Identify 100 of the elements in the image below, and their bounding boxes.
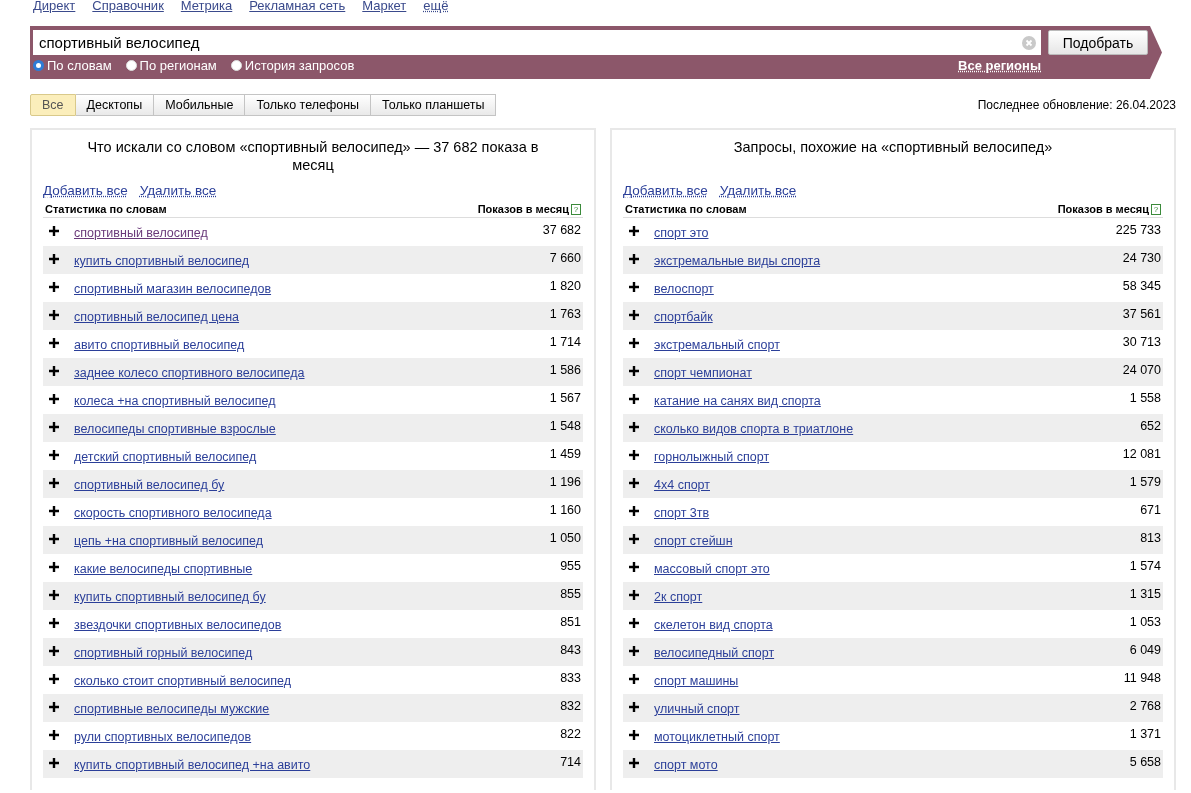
- plus-icon[interactable]: [49, 450, 59, 460]
- plus-icon[interactable]: [49, 758, 59, 768]
- phrase-link[interactable]: уличный спорт: [654, 702, 740, 716]
- phrase-link[interactable]: велосипедный спорт: [654, 646, 775, 660]
- phrase-link[interactable]: спорт чемпионат: [654, 366, 752, 380]
- phrase-link[interactable]: купить спортивный велосипед: [74, 254, 250, 268]
- radio-label[interactable]: По регионам: [139, 58, 217, 73]
- plus-icon[interactable]: [49, 338, 59, 348]
- phrase-link[interactable]: сколько стоит спортивный велосипед: [74, 674, 292, 688]
- phrase-link[interactable]: спорт машины: [654, 674, 739, 688]
- more-link[interactable]: ещё: [423, 0, 449, 14]
- plus-icon[interactable]: [629, 366, 639, 376]
- plus-icon[interactable]: [49, 310, 59, 320]
- plus-icon[interactable]: [629, 730, 639, 740]
- help-icon[interactable]: ?: [1151, 203, 1161, 215]
- plus-icon[interactable]: [49, 282, 59, 292]
- phrase-link[interactable]: велоспорт: [654, 282, 714, 296]
- phrase-link[interactable]: мотоциклетный спорт: [654, 730, 780, 744]
- phrase-link[interactable]: спорт мото: [654, 758, 718, 772]
- plus-icon[interactable]: [629, 226, 639, 236]
- device-tab[interactable]: Десктопы: [75, 94, 155, 116]
- add-all-link[interactable]: Добавить все: [43, 183, 128, 198]
- help-icon[interactable]: ?: [571, 203, 581, 215]
- plus-icon[interactable]: [49, 674, 59, 684]
- phrase-link[interactable]: спортивные велосипеды мужские: [74, 702, 270, 716]
- remove-all-link[interactable]: Удалить все: [139, 183, 217, 198]
- plus-icon[interactable]: [49, 590, 59, 600]
- phrase-link[interactable]: заднее колесо спортивного велосипеда: [74, 366, 305, 380]
- plus-icon[interactable]: [49, 254, 59, 264]
- regions-link[interactable]: Все регионы: [958, 58, 1041, 73]
- phrase-link[interactable]: экстремальные виды спорта: [654, 254, 821, 268]
- plus-icon[interactable]: [629, 478, 639, 488]
- plus-icon[interactable]: [49, 702, 59, 712]
- phrase-link[interactable]: рули спортивных велосипедов: [74, 730, 252, 744]
- phrase-link[interactable]: какие велосипеды спортивные: [74, 562, 253, 576]
- phrase-link[interactable]: велосипеды спортивные взрослые: [74, 422, 276, 436]
- search-field[interactable]: спортивный велосипед: [33, 30, 1041, 55]
- plus-icon[interactable]: [629, 702, 639, 712]
- plus-icon[interactable]: [629, 618, 639, 628]
- plus-icon[interactable]: [629, 338, 639, 348]
- phrase-link[interactable]: купить спортивный велосипед бу: [74, 590, 266, 604]
- phrase-link[interactable]: детский спортивный велосипед: [74, 450, 257, 464]
- service-link[interactable]: Метрика: [180, 0, 233, 14]
- phrase-link[interactable]: спортивный велосипед цена: [74, 310, 240, 324]
- phrase-link[interactable]: сколько видов спорта в триатлоне: [654, 422, 854, 436]
- phrase-link[interactable]: 2к спорт: [654, 590, 703, 604]
- plus-icon[interactable]: [629, 450, 639, 460]
- phrase-link[interactable]: спортивный велосипед бу: [74, 478, 225, 492]
- service-link[interactable]: Рекламная сеть: [249, 0, 346, 14]
- radio-button[interactable]: [33, 60, 44, 71]
- plus-icon[interactable]: [629, 506, 639, 516]
- search-button[interactable]: Подобрать: [1048, 30, 1148, 55]
- phrase-link[interactable]: спортбайк: [654, 310, 713, 324]
- phrase-link[interactable]: спорт 3тв: [654, 506, 710, 520]
- phrase-link[interactable]: спортивный горный велосипед: [74, 646, 253, 660]
- phrase-link[interactable]: купить спортивный велосипед +на авито: [74, 758, 311, 772]
- phrase-link[interactable]: спорт это: [654, 226, 709, 240]
- plus-icon[interactable]: [49, 226, 59, 236]
- device-tab[interactable]: Только телефоны: [245, 94, 372, 116]
- service-link[interactable]: Справочник: [92, 0, 164, 14]
- plus-icon[interactable]: [49, 534, 59, 544]
- plus-icon[interactable]: [629, 282, 639, 292]
- plus-icon[interactable]: [49, 366, 59, 376]
- phrase-link[interactable]: авито спортивный велосипед: [74, 338, 245, 352]
- plus-icon[interactable]: [629, 758, 639, 768]
- plus-icon[interactable]: [49, 618, 59, 628]
- remove-all-link[interactable]: Удалить все: [719, 183, 797, 198]
- service-link[interactable]: Маркет: [362, 0, 407, 14]
- phrase-link[interactable]: катание на санях вид спорта: [654, 394, 821, 408]
- plus-icon[interactable]: [629, 674, 639, 684]
- phrase-link[interactable]: массовый спорт это: [654, 562, 770, 576]
- phrase-link[interactable]: скорость спортивного велосипеда: [74, 506, 272, 520]
- phrase-link[interactable]: цепь +на спортивный велосипед: [74, 534, 264, 548]
- plus-icon[interactable]: [49, 730, 59, 740]
- device-tab[interactable]: Все: [30, 94, 76, 116]
- service-link[interactable]: Директ: [33, 0, 76, 14]
- device-tab[interactable]: Мобильные: [154, 94, 246, 116]
- plus-icon[interactable]: [629, 310, 639, 320]
- phrase-link[interactable]: экстремальный спорт: [654, 338, 780, 352]
- phrase-link[interactable]: скелетон вид спорта: [654, 618, 773, 632]
- plus-icon[interactable]: [629, 422, 639, 432]
- plus-icon[interactable]: [629, 590, 639, 600]
- phrase-link[interactable]: колеса +на спортивный велосипед: [74, 394, 276, 408]
- plus-icon[interactable]: [629, 646, 639, 656]
- phrase-link[interactable]: звездочки спортивных велосипедов: [74, 618, 282, 632]
- radio-label[interactable]: История запросов: [244, 58, 355, 73]
- plus-icon[interactable]: [629, 534, 639, 544]
- plus-icon[interactable]: [49, 646, 59, 656]
- plus-icon[interactable]: [629, 394, 639, 404]
- plus-icon[interactable]: [629, 254, 639, 264]
- phrase-link[interactable]: горнолыжный спорт: [654, 450, 770, 464]
- radio-label[interactable]: По словам: [47, 58, 112, 73]
- plus-icon[interactable]: [49, 478, 59, 488]
- phrase-link[interactable]: спортивный велосипед: [74, 226, 208, 240]
- plus-icon[interactable]: [49, 422, 59, 432]
- plus-icon[interactable]: [49, 394, 59, 404]
- plus-icon[interactable]: [49, 562, 59, 572]
- phrase-link[interactable]: спортивный магазин велосипедов: [74, 282, 272, 296]
- plus-icon[interactable]: [49, 506, 59, 516]
- phrase-link[interactable]: спорт стейшн: [654, 534, 733, 548]
